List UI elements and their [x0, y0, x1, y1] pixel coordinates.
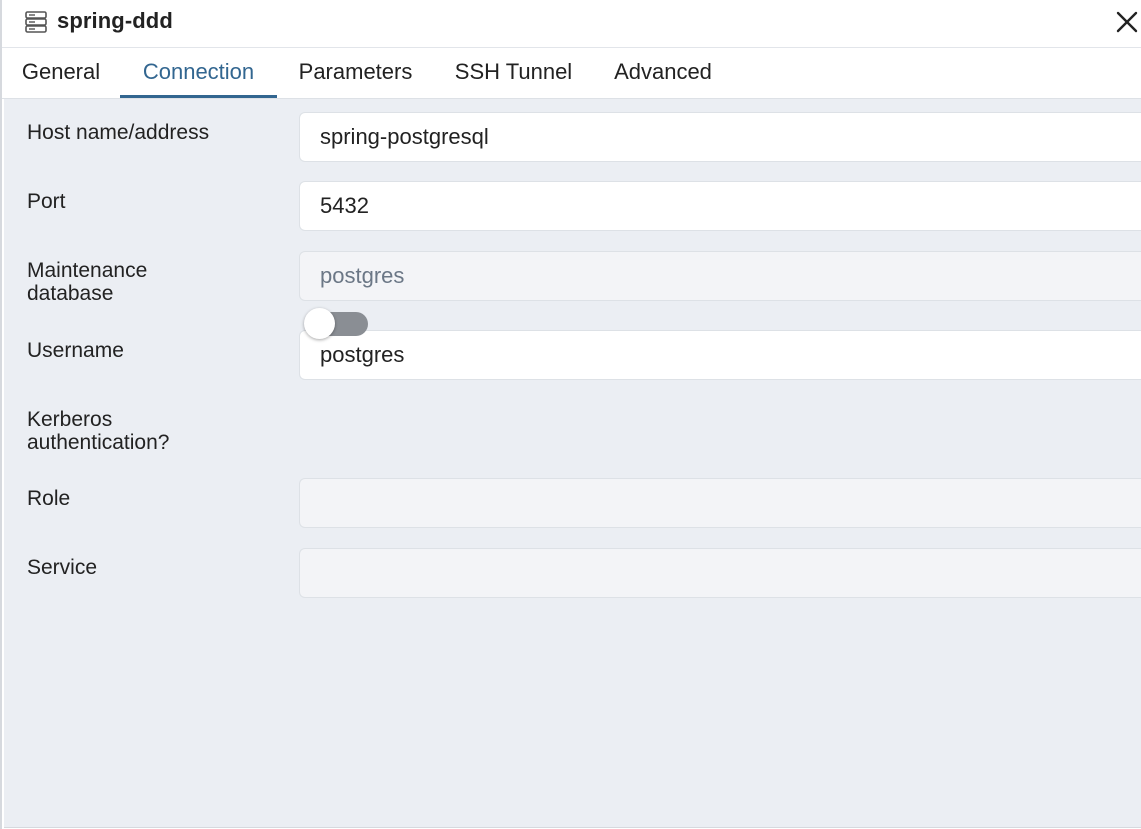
tab-advanced[interactable]: Advanced — [593, 48, 733, 98]
toggle-knob — [304, 308, 335, 339]
server-dialog: spring-ddd General Connection Parameters… — [0, 0, 1141, 829]
tab-ssh-tunnel[interactable]: SSH Tunnel — [434, 48, 593, 98]
service-input[interactable] — [299, 548, 1141, 598]
maintenance-db-input — [299, 251, 1141, 301]
username-label: Username — [27, 339, 124, 362]
dialog-title: spring-ddd — [57, 8, 173, 33]
kerberos-label: Kerberos authentication? — [27, 408, 170, 454]
role-label: Role — [27, 487, 71, 510]
dialog-titlebar: spring-ddd — [2, 0, 1141, 48]
kerberos-toggle[interactable] — [304, 306, 370, 340]
port-input[interactable] — [299, 181, 1141, 231]
username-input[interactable] — [299, 330, 1141, 380]
tab-general[interactable]: General — [2, 48, 120, 98]
host-input[interactable] — [299, 112, 1141, 162]
tab-parameters[interactable]: Parameters — [277, 48, 434, 98]
tab-connection[interactable]: Connection — [120, 48, 277, 98]
server-icon — [25, 11, 47, 33]
port-label: Port — [27, 190, 66, 213]
role-input[interactable] — [299, 478, 1141, 528]
close-icon[interactable] — [1114, 9, 1140, 35]
service-label: Service — [27, 556, 98, 579]
tab-bar: General Connection Parameters SSH Tunnel… — [2, 48, 1141, 99]
maintenance-db-label: Maintenance database — [27, 259, 148, 305]
host-label: Host name/address — [27, 121, 210, 144]
connection-form: Host name/address Port Maintenance datab… — [4, 99, 1141, 828]
